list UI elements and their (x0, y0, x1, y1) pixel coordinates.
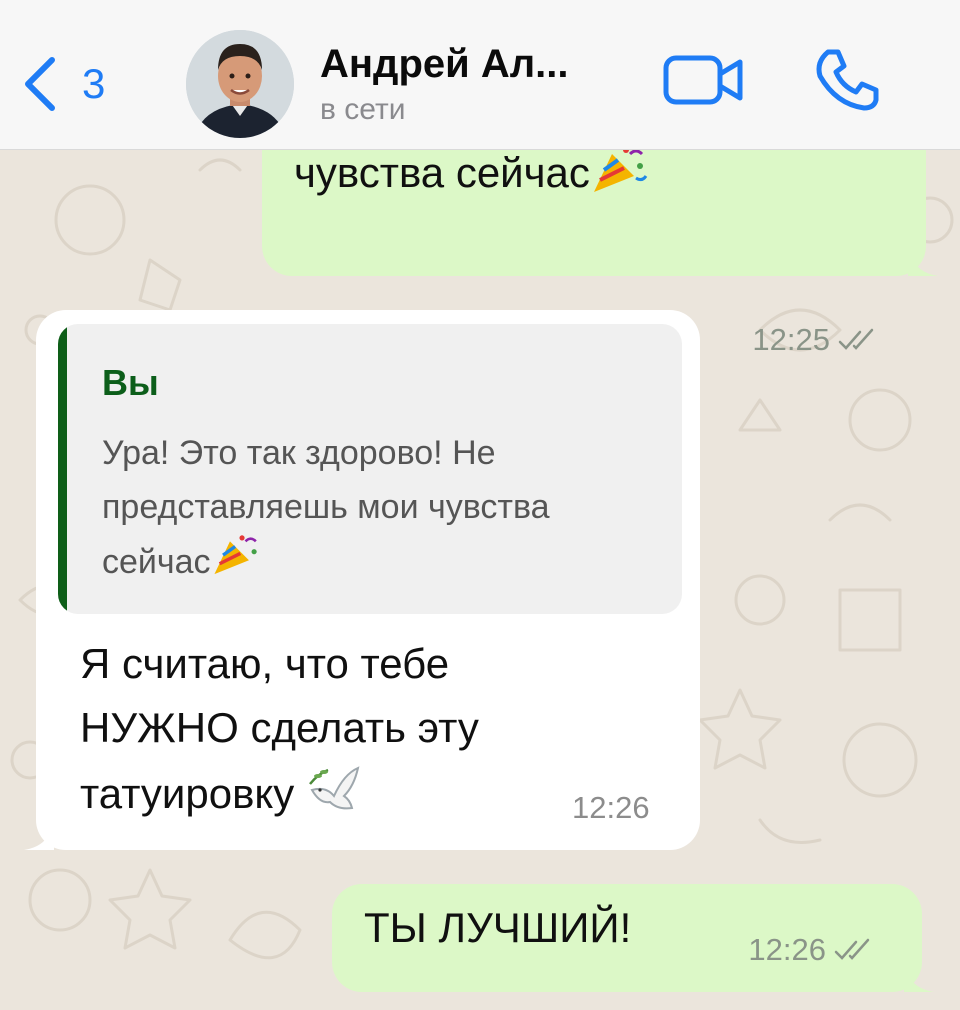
bubble-tail (24, 820, 54, 850)
message-time: 12:26 (572, 790, 650, 825)
message-time: 12:25 (752, 322, 830, 357)
double-check-icon (838, 328, 874, 350)
video-camera-icon (663, 55, 743, 105)
quote-bar (58, 324, 67, 614)
message-bubble-outgoing[interactable]: ТЫ ЛУЧШИЙ! 12:26 (332, 884, 934, 992)
avatar[interactable] (186, 30, 294, 138)
quote-text: Ура! Это так здорово! Не представляешь м… (102, 426, 662, 594)
quote-author: Вы (102, 362, 159, 403)
double-check-icon (834, 938, 870, 960)
message-meta: 12:26 (572, 790, 650, 826)
bubble-tail (904, 962, 934, 992)
chat-header: 3 Андрей Ал... в сети (0, 0, 960, 150)
quoted-message[interactable]: Вы Ура! Это так здорово! Не представляеш… (58, 324, 682, 614)
dove-icon (306, 760, 362, 834)
message-bubble-incoming[interactable]: Вы Ура! Это так здорово! Не представляеш… (24, 310, 700, 850)
contact-status: в сети (320, 93, 406, 126)
message-time: 12:26 (748, 932, 826, 967)
contact-name: Андрей Ал... (320, 42, 569, 86)
party-popper-icon (590, 146, 648, 206)
contact-photo (186, 30, 294, 138)
message-meta: 12:25 (752, 322, 880, 358)
chevron-left-icon (25, 57, 55, 111)
bubble-tail (908, 246, 938, 276)
phone-icon (816, 49, 879, 111)
message-meta: 12:26 (748, 932, 876, 968)
unread-count: 3 (82, 60, 106, 107)
party-popper-icon (211, 534, 261, 594)
video-call-button[interactable] (662, 52, 746, 108)
message-text: ТЫ ЛУЧШИЙ! (364, 904, 632, 951)
voice-call-button[interactable] (812, 46, 882, 112)
message-text: Я считаю, что тебе НУЖНО сделать эту тат… (80, 632, 580, 834)
back-button[interactable]: 3 (22, 52, 132, 116)
contact-info[interactable]: Андрей Ал... в сети (320, 42, 640, 127)
message-text: чувства сейчас (294, 146, 648, 206)
